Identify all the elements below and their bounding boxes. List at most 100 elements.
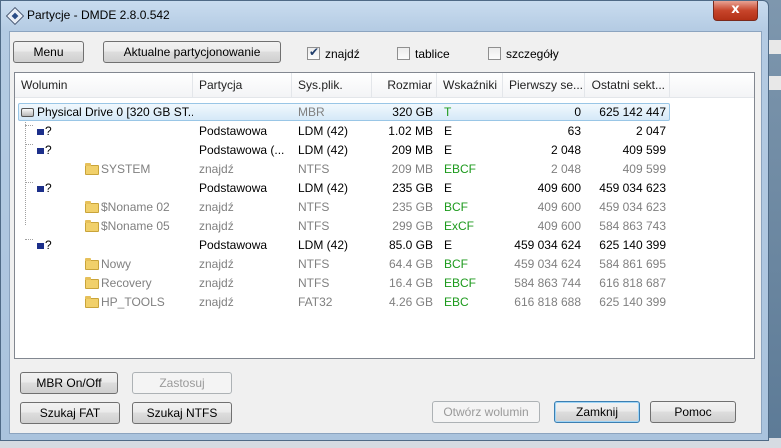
first-cell: 0 xyxy=(574,105,581,119)
flags-cell: E xyxy=(444,181,453,195)
flags-cell: EBC xyxy=(444,295,469,309)
column-header-last-sector[interactable]: Ostatni sekt... xyxy=(585,73,670,98)
dmde-app-icon xyxy=(5,6,25,26)
apply-button[interactable]: Zastosuj xyxy=(132,372,232,394)
find-checkbox-label: znajdź xyxy=(325,47,360,61)
window-title: Partycje - DMDE 2.8.0.542 xyxy=(27,8,170,22)
table-row[interactable]: $Noname 05 znajdź NTFS 299 GB ExCF 409 600 584… xyxy=(15,217,754,236)
folder-icon xyxy=(85,296,99,308)
close-button[interactable]: Zamknij xyxy=(554,401,640,423)
first-cell: 459 034 624 xyxy=(514,238,581,252)
search-fat-button[interactable]: Szukaj FAT xyxy=(20,402,120,424)
partition-cell: Podstawowa (... xyxy=(199,143,285,157)
folder-icon xyxy=(85,258,99,270)
checkbox-box xyxy=(488,47,501,60)
size-cell: 85.0 GB xyxy=(388,238,433,252)
table-row[interactable]: Nowy znajdź NTFS 64.4 GB BCF 459 034 624 584 … xyxy=(15,255,754,274)
details-checkbox[interactable]: szczegóły xyxy=(488,46,559,62)
flags-cell: ExCF xyxy=(444,219,474,233)
checkbox-box: ✔ xyxy=(307,45,320,60)
partition-cell: znajdź xyxy=(199,162,234,176)
partition-cell: znajdź xyxy=(199,200,234,214)
checkmark-icon: ✔ xyxy=(309,45,320,59)
volume-cell: ? xyxy=(45,238,52,252)
folder-icon xyxy=(85,277,99,289)
column-header-partition[interactable]: Partycja xyxy=(193,73,292,98)
table-row[interactable]: Physical Drive 0 [320 GB ST... MBR 320 GB T… xyxy=(15,103,754,122)
last-cell: 409 599 xyxy=(622,143,666,157)
tables-checkbox[interactable]: tablice xyxy=(397,46,457,62)
title-bar[interactable]: Partycje - DMDE 2.8.0.542 x xyxy=(1,1,768,31)
volume-cell: ? xyxy=(45,124,52,138)
first-cell: 409 600 xyxy=(537,181,581,195)
partition-cell: znajdź xyxy=(199,257,234,271)
partition-icon xyxy=(37,184,45,194)
size-cell: 4.26 GB xyxy=(388,295,433,309)
table-row[interactable]: ? Podstawowa LDM (42) 85.0 GB E 459 034 624 62… xyxy=(15,236,754,255)
flags-cell: E xyxy=(444,238,453,252)
column-header-filesystem[interactable]: Sys.plik. xyxy=(292,73,372,98)
partition-cell: Podstawowa xyxy=(199,238,268,252)
fs-cell: NTFS xyxy=(298,257,330,271)
flags-cell: E xyxy=(444,143,453,157)
size-cell: 209 MB xyxy=(391,143,433,157)
last-cell: 459 034 623 xyxy=(599,200,666,214)
last-cell: 584 863 743 xyxy=(599,219,666,233)
first-cell: 63 xyxy=(567,124,581,138)
flags-cell: EBCF xyxy=(444,162,477,176)
last-cell: 625 140 399 xyxy=(599,238,666,252)
folder-icon xyxy=(85,163,99,175)
first-cell: 2 048 xyxy=(550,162,581,176)
partition-square xyxy=(37,129,44,135)
fs-cell: NTFS xyxy=(298,276,330,290)
column-header-size[interactable]: Rozmiar xyxy=(372,73,437,98)
fs-cell: NTFS xyxy=(298,162,330,176)
size-cell: 209 MB xyxy=(391,162,433,176)
partition-cell xyxy=(199,103,293,122)
volume-cell: Physical Drive 0 [320 GB ST... xyxy=(37,105,193,119)
partition-cell: znajdź xyxy=(199,295,234,309)
column-header-volume[interactable]: Wolumin xyxy=(15,73,193,98)
first-cell: 584 863 744 xyxy=(514,276,581,290)
partition-cell: Podstawowa xyxy=(199,181,268,195)
table-row[interactable]: SYSTEM znajdź NTFS 209 MB EBCF 2 048 409 599 xyxy=(15,160,754,179)
size-cell: 1.02 MB xyxy=(388,124,433,138)
list-header: Wolumin Partycja Sys.plik. Rozmiar Wskaź… xyxy=(15,73,754,98)
help-button[interactable]: Pomoc xyxy=(650,401,736,423)
mbr-onoff-button[interactable]: MBR On/Off xyxy=(20,372,118,394)
flags-cell: EBCF xyxy=(444,276,477,290)
size-cell: 16.4 GB xyxy=(388,276,433,290)
first-cell: 2 048 xyxy=(550,143,581,157)
table-row[interactable]: ? Podstawowa LDM (42) 235 GB E 409 600 459 034… xyxy=(15,179,754,198)
partition-cell: znajdź xyxy=(199,219,234,233)
open-volume-button[interactable]: Otwórz wolumin xyxy=(432,401,540,423)
fs-cell: LDM (42) xyxy=(298,124,349,138)
size-cell: 299 GB xyxy=(392,219,433,233)
last-cell: 459 034 623 xyxy=(599,181,666,195)
size-cell: 320 GB xyxy=(392,105,433,119)
partitions-window: Partycje - DMDE 2.8.0.542 x Menu Aktualn… xyxy=(0,0,769,441)
window-close-button[interactable]: x xyxy=(713,1,758,21)
flags-cell: T xyxy=(444,105,452,119)
partition-square xyxy=(37,243,44,249)
menu-button[interactable]: Menu xyxy=(13,41,84,63)
partition-icon xyxy=(37,127,45,137)
fs-cell: MBR xyxy=(298,105,325,119)
last-cell: 625 140 399 xyxy=(599,295,666,309)
search-ntfs-button[interactable]: Szukaj NTFS xyxy=(132,402,232,424)
table-row[interactable]: $Noname 02 znajdź NTFS 235 GB BCF 409 600 459… xyxy=(15,198,754,217)
fs-cell: LDM (42) xyxy=(298,181,349,195)
table-row[interactable]: Recovery znajdź NTFS 16.4 GB EBCF 584 863 744… xyxy=(15,274,754,293)
current-partitioning-button[interactable]: Aktualne partycjonowanie xyxy=(103,41,281,63)
table-row[interactable]: ? Podstawowa (... LDM (42) 209 MB E 2 048 409 … xyxy=(15,141,754,160)
folder-icon xyxy=(85,201,99,213)
column-header-flags[interactable]: Wskaźniki xyxy=(437,73,503,98)
partition-list[interactable]: Wolumin Partycja Sys.plik. Rozmiar Wskaź… xyxy=(14,72,755,359)
column-header-first-sector[interactable]: Pierwszy se... xyxy=(503,73,585,98)
first-cell: 409 600 xyxy=(537,219,581,233)
table-row[interactable]: HP_TOOLS znajdź FAT32 4.26 GB EBC 616 818 688… xyxy=(15,293,754,312)
first-cell: 409 600 xyxy=(537,200,581,214)
size-cell: 235 GB xyxy=(392,200,433,214)
table-row[interactable]: ? Podstawowa LDM (42) 1.02 MB E 63 2 047 xyxy=(15,122,754,141)
find-checkbox[interactable]: ✔ znajdź xyxy=(307,45,367,62)
